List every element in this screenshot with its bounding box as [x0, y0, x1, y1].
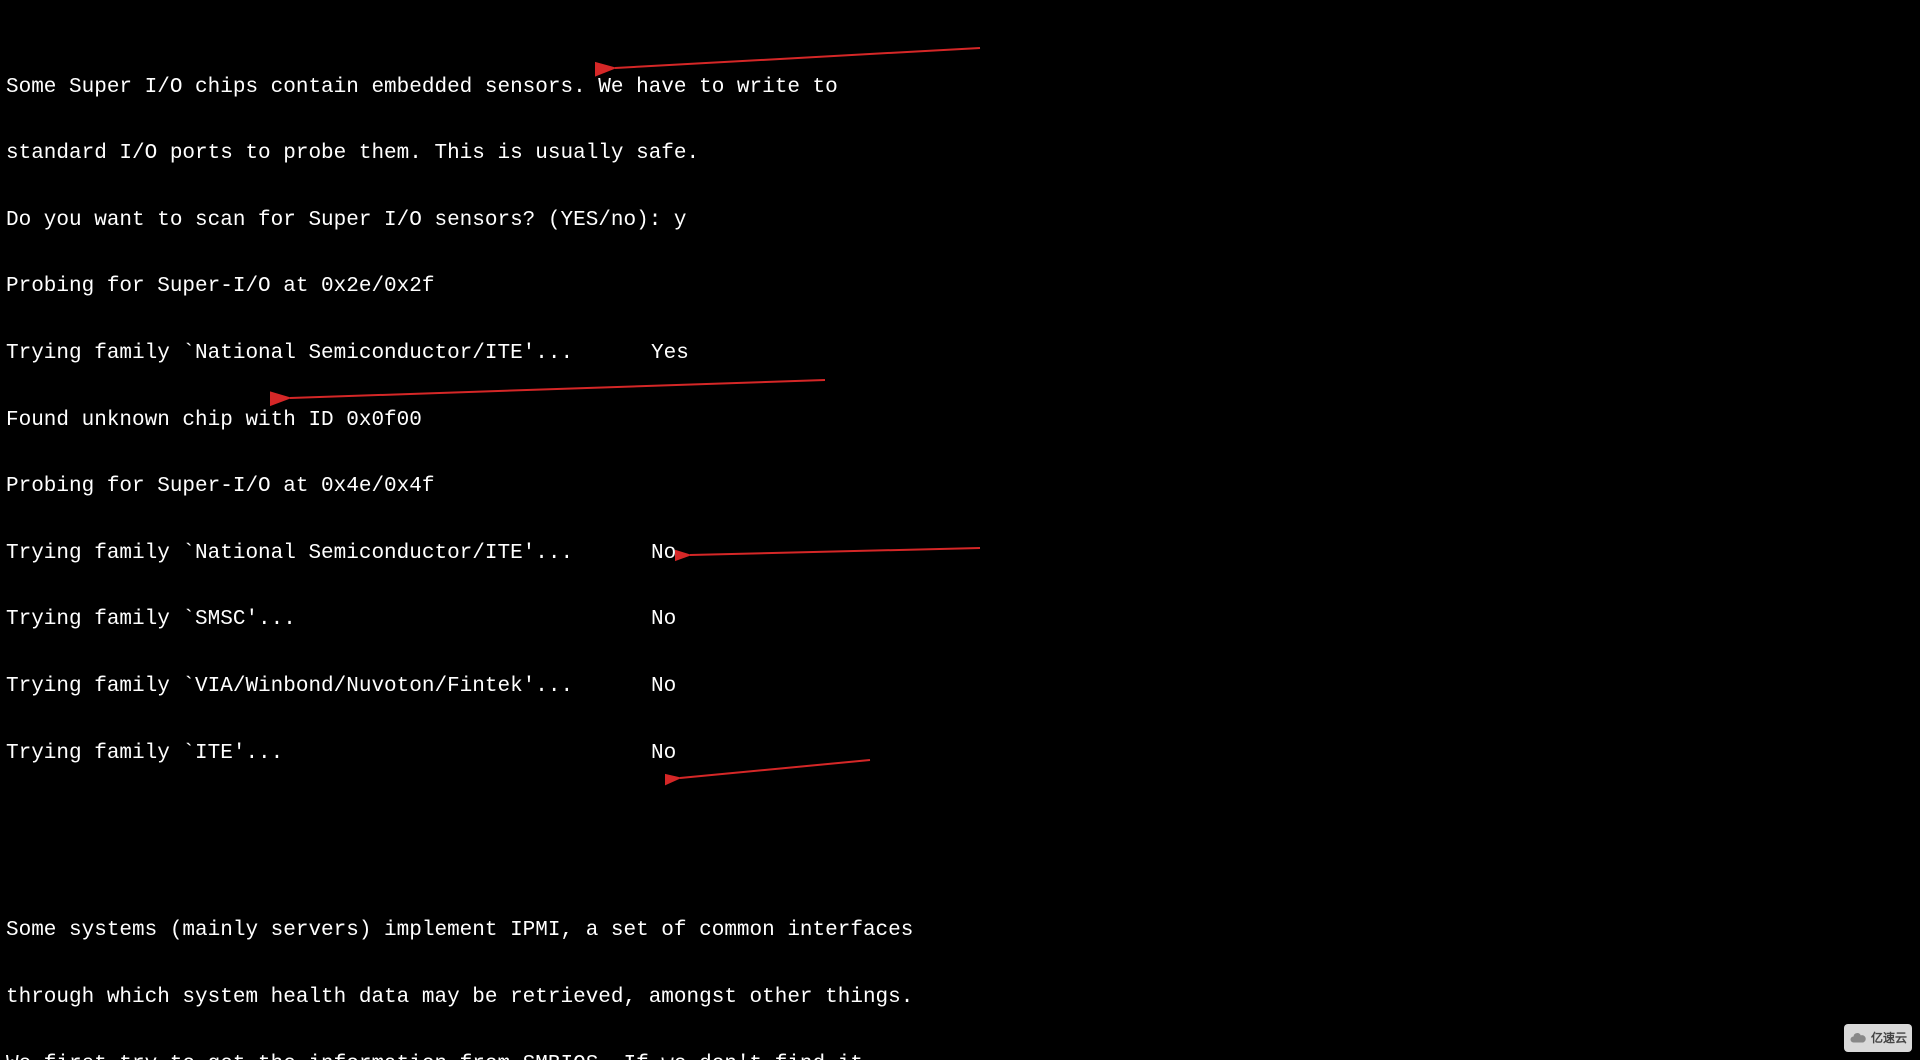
terminal-output: Some Super I/O chips contain embedded se… [0, 0, 1920, 1060]
text-line: Probing for Super-I/O at 0x2e/0x2f [6, 276, 1914, 298]
result-value: Yes [651, 343, 689, 365]
result-label: Trying family `National Semiconductor/IT… [6, 343, 651, 365]
annotation-arrow-icon [595, 40, 995, 80]
text-line: Found unknown chip with ID 0x0f00 [6, 410, 1914, 432]
text-line: Some Super I/O chips contain embedded se… [6, 77, 1914, 99]
watermark-badge: 亿速云 [1844, 1024, 1912, 1052]
blank-line [6, 809, 1914, 831]
result-label: Trying family `VIA/Winbond/Nuvoton/Finte… [6, 676, 651, 698]
cloud-icon [1849, 1029, 1867, 1047]
user-answer[interactable]: y [674, 209, 687, 232]
result-label: Trying family `ITE'... [6, 743, 651, 765]
result-value: No [651, 543, 676, 565]
result-value: No [651, 609, 676, 631]
result-line: Trying family `SMSC'...No [6, 609, 1914, 631]
watermark-label: 亿速云 [1871, 1027, 1907, 1049]
prompt-line: Do you want to scan for Super I/O sensor… [6, 210, 1914, 232]
result-line: Trying family `ITE'...No [6, 743, 1914, 765]
result-label: Trying family `National Semiconductor/IT… [6, 543, 651, 565]
text-line: Some systems (mainly servers) implement … [6, 920, 1914, 942]
result-value: No [651, 743, 676, 765]
result-line: Trying family `National Semiconductor/IT… [6, 343, 1914, 365]
text-line: through which system health data may be … [6, 987, 1914, 1009]
result-line: Trying family `National Semiconductor/IT… [6, 543, 1914, 565]
text-line: standard I/O ports to probe them. This i… [6, 143, 1914, 165]
annotation-arrow-icon [270, 368, 840, 408]
prompt-text: Do you want to scan for Super I/O sensor… [6, 209, 674, 232]
result-value: No [651, 676, 676, 698]
result-label: Trying family `SMSC'... [6, 609, 651, 631]
text-line: We first try to get the information from… [6, 1054, 1914, 1060]
result-line: Trying family `VIA/Winbond/Nuvoton/Finte… [6, 676, 1914, 698]
text-line: Probing for Super-I/O at 0x4e/0x4f [6, 476, 1914, 498]
